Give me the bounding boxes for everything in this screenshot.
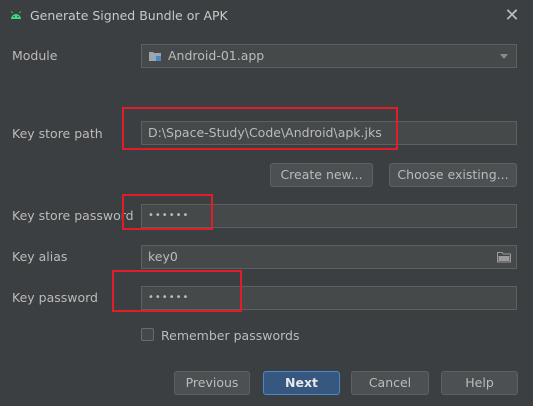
key-store-password-input[interactable]: •••••• — [141, 204, 517, 228]
key-password-input[interactable]: •••••• — [141, 286, 517, 310]
module-label: Module — [12, 48, 58, 63]
key-store-path-input[interactable]: D:\Space-Study\Code\Android\apk.jks — [141, 121, 517, 145]
key-alias-value: key0 — [148, 249, 178, 264]
chevron-down-icon — [500, 53, 508, 59]
module-folder-icon — [149, 52, 161, 61]
key-store-path-label: Key store path — [12, 126, 103, 141]
folder-icon[interactable] — [497, 251, 511, 263]
key-alias-label: Key alias — [12, 249, 68, 264]
next-button[interactable]: Next — [263, 371, 340, 395]
help-button[interactable]: Help — [441, 371, 518, 395]
android-icon — [11, 11, 21, 19]
choose-existing-button[interactable]: Choose existing... — [389, 163, 517, 187]
create-new-button[interactable]: Create new... — [270, 163, 373, 187]
previous-button[interactable]: Previous — [174, 371, 250, 395]
title-bar: Generate Signed Bundle or APK ✕ — [0, 0, 533, 32]
cancel-button[interactable]: Cancel — [351, 371, 429, 395]
remember-passwords-checkbox[interactable] — [141, 328, 154, 341]
remember-passwords-label[interactable]: Remember passwords — [161, 328, 299, 343]
window-title: Generate Signed Bundle or APK — [30, 8, 228, 23]
key-alias-input[interactable]: key0 — [141, 245, 517, 269]
module-select[interactable]: Android-01.app — [141, 44, 517, 68]
module-value: Android-01.app — [168, 48, 265, 63]
key-store-password-label: Key store password — [12, 208, 134, 223]
close-button[interactable]: ✕ — [501, 5, 523, 27]
key-password-label: Key password — [12, 290, 98, 305]
